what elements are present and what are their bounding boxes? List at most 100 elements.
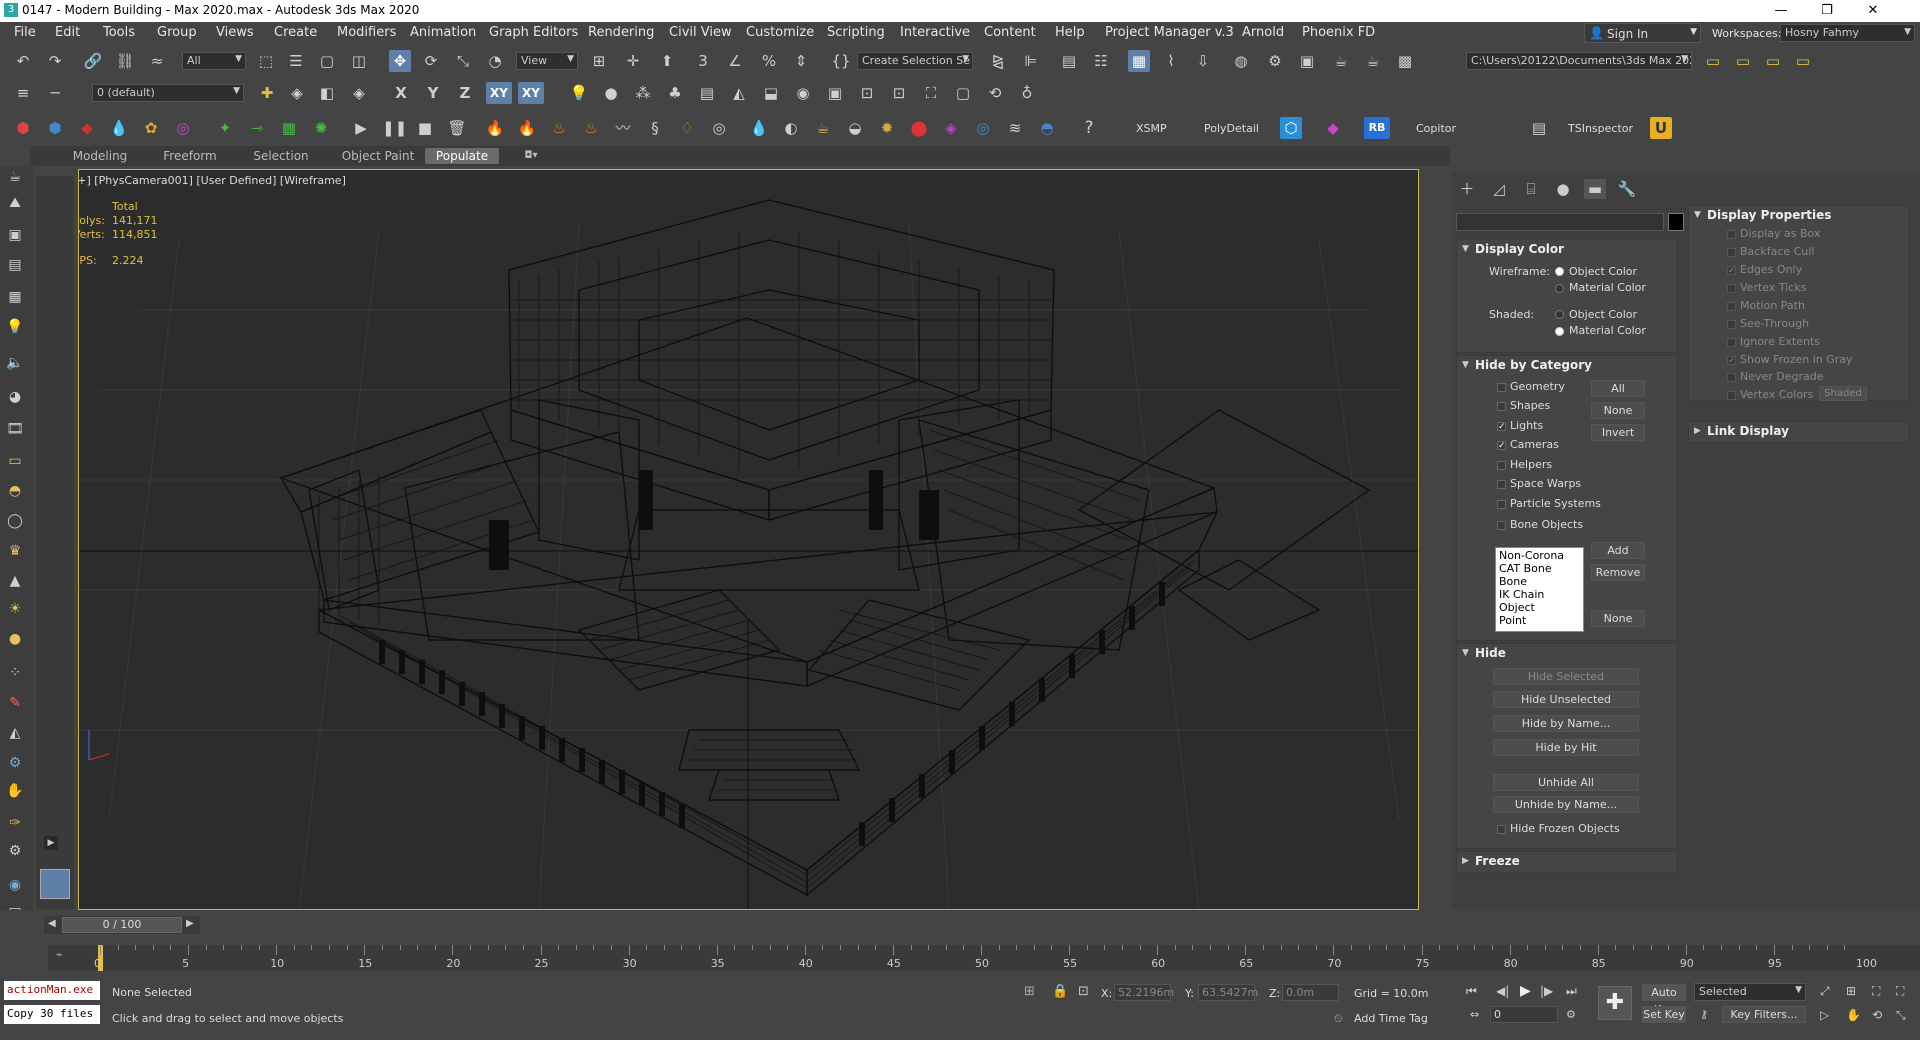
play-animation-icon[interactable]: ▶ <box>1520 983 1531 999</box>
menu-project-manager[interactable]: Project Manager v.3 <box>1105 25 1234 40</box>
field-of-view-icon[interactable]: ▷ <box>1820 1008 1829 1022</box>
particle-icon[interactable]: ⁘ <box>4 662 26 684</box>
link-display-title[interactable]: Link Display <box>1707 424 1789 438</box>
stop-icon[interactable]: ■ <box>414 117 436 139</box>
move-icon[interactable]: ✥ <box>389 50 411 72</box>
camera-tool-icon[interactable]: ◕ <box>4 386 26 408</box>
brush-icon[interactable]: ✑ <box>4 812 26 834</box>
lock-selection-icon[interactable]: 🔒 <box>1052 984 1068 999</box>
network-icon[interactable]: ⛶ <box>920 82 942 104</box>
plugin-u-icon[interactable]: U <box>1650 117 1672 139</box>
layer-explorer-icon[interactable]: ☷ <box>1090 50 1112 72</box>
zoom-icon[interactable]: ⤢ <box>1820 984 1830 999</box>
list-item[interactable]: Bone <box>1499 575 1580 588</box>
constraint-x-button[interactable]: X <box>390 82 412 104</box>
menu-interactive[interactable]: Interactive <box>900 25 970 40</box>
render-frame-icon[interactable]: ▣ <box>4 224 26 246</box>
tsinspector-icon[interactable]: ▤ <box>1528 117 1550 139</box>
particles-icon[interactable]: ✺ <box>310 117 332 139</box>
display-color-title[interactable]: Display Color <box>1475 242 1564 256</box>
sphere-tool-icon[interactable]: ● <box>4 628 26 650</box>
mesher-icon[interactable]: ◈ <box>940 117 962 139</box>
select-by-name-icon[interactable]: ☰ <box>285 50 307 72</box>
bind-space-warp-icon[interactable]: ≈ <box>146 50 168 72</box>
vertex-colors-checkbox[interactable] <box>1727 391 1736 400</box>
utilities-tab-icon[interactable]: 🔧 <box>1616 179 1638 199</box>
maximize-button[interactable]: ❐ <box>1804 0 1850 22</box>
table-icon[interactable]: ▤ <box>696 82 718 104</box>
keyboard-shortcut-icon[interactable]: ⬆ <box>656 50 678 72</box>
tree-icon[interactable]: ♣ <box>664 82 686 104</box>
menu-customize[interactable]: Customize <box>746 25 814 40</box>
all-button[interactable]: All <box>1591 380 1645 397</box>
expand-icon[interactable]: ▶ <box>1694 426 1701 436</box>
motion-path-checkbox[interactable] <box>1727 302 1736 311</box>
constraint-xy-cycle-button[interactable]: XY <box>518 82 544 104</box>
current-frame-field[interactable]: 0 <box>1490 1006 1558 1023</box>
corona-water-icon[interactable]: 💧 <box>108 117 130 139</box>
circle-icon[interactable]: ◯ <box>4 510 26 532</box>
object-name-field[interactable] <box>1456 213 1664 231</box>
tab-modeling[interactable]: Modeling <box>60 148 140 164</box>
hierarchy-tab-icon[interactable]: ⌸ <box>1520 179 1542 199</box>
selection-filter-dropdown[interactable]: All ▼ <box>182 52 246 70</box>
time-slider-thumb[interactable]: 0 / 100 <box>62 917 182 933</box>
space-warps-checkbox[interactable] <box>1497 480 1506 489</box>
foam-icon[interactable]: ☕ <box>812 117 834 139</box>
save-project-icon[interactable]: ▭ <box>1792 50 1814 72</box>
go-to-start-icon[interactable]: ⏮ <box>1466 984 1477 999</box>
render-production-icon[interactable]: ☕ <box>1330 50 1352 72</box>
none-button[interactable]: None <box>1591 402 1645 419</box>
select-manipulate-icon[interactable]: ✛ <box>622 50 644 72</box>
open-project-icon[interactable]: ▭ <box>1762 50 1784 72</box>
flame-icon[interactable]: ♢ <box>676 117 698 139</box>
menu-phoenix-fd[interactable]: Phoenix FD <box>1302 25 1375 40</box>
show-frozen-gray-checkbox[interactable]: ✓ <box>1727 356 1736 366</box>
zoom-all-icon[interactable]: ⊞ <box>1846 984 1856 998</box>
bone-objects-checkbox[interactable] <box>1497 521 1506 530</box>
wireframe-material-color-radio[interactable] <box>1555 284 1564 293</box>
maxscript-listener-line1[interactable]: actionMan.exe <box>4 981 100 1000</box>
display-properties-title[interactable]: Display Properties <box>1707 208 1831 222</box>
timeline-track[interactable]: ⌁ 0 5 10 15 20 25 30 35 40 45 50 55 60 65 70 75 80 85 90 95… <box>48 945 1920 971</box>
menu-modifiers[interactable]: Modifiers <box>337 25 396 40</box>
curve-editor-icon[interactable]: ⌇ <box>1160 50 1182 72</box>
list-item[interactable]: IK Chain Object <box>1499 588 1580 614</box>
wireframe-object-color-radio[interactable] <box>1555 267 1564 276</box>
shaded-material-color-radio[interactable] <box>1555 327 1564 336</box>
menu-create[interactable]: Create <box>274 25 317 40</box>
trash-icon[interactable]: 🗑 <box>446 117 468 139</box>
next-frame-icon[interactable]: ▶ <box>186 918 194 929</box>
light-icon[interactable]: 💡 <box>568 82 590 104</box>
rect-selection-icon[interactable]: ▢ <box>316 50 338 72</box>
hide-by-hit-button[interactable]: Hide by Hit <box>1493 739 1639 756</box>
see-through-checkbox[interactable] <box>1727 320 1736 329</box>
hide-by-name-button[interactable]: Hide by Name... <box>1493 715 1639 732</box>
hide-frozen-checkbox[interactable] <box>1497 825 1506 834</box>
tyflow-icon[interactable]: ✦ <box>214 117 236 139</box>
layer-dropdown[interactable]: 0 (default) ▼ <box>92 84 244 102</box>
constraint-z-button[interactable]: Z <box>454 82 476 104</box>
menu-graph-editors[interactable]: Graph Editors <box>489 25 578 40</box>
shaded-object-color-radio[interactable] <box>1555 310 1564 319</box>
menu-file[interactable]: File <box>14 25 36 40</box>
window-crossing-icon[interactable]: ◫ <box>348 50 370 72</box>
next-frame-playback-icon[interactable]: |▶ <box>1540 984 1553 998</box>
collapse-icon[interactable]: ▼ <box>1462 360 1469 370</box>
bowl-icon[interactable]: ◒ <box>844 117 866 139</box>
create-layer-icon[interactable]: ✚ <box>256 82 278 104</box>
transform-icon[interactable]: ⇾ <box>246 117 268 139</box>
collapse-icon[interactable]: ▼ <box>1694 210 1701 220</box>
rotate-icon[interactable]: ⟳ <box>420 50 442 72</box>
sphere-icon[interactable]: ● <box>600 82 622 104</box>
select-object-icon[interactable]: ⬚ <box>255 50 277 72</box>
y-coordinate-field[interactable]: 63.5427m <box>1198 984 1258 1001</box>
constraint-y-button[interactable]: Y <box>422 82 444 104</box>
menu-content[interactable]: Content <box>984 25 1036 40</box>
selection-set-dropdown[interactable]: Create Selection Se ▼ <box>857 52 973 70</box>
edges-only-checkbox[interactable]: ✓ <box>1727 266 1736 276</box>
project-path-dropdown[interactable]: C:\Users\20122\Documents\3ds Max 2020 ▼ <box>1466 52 1692 70</box>
corona-icon[interactable]: ⬢ <box>12 117 34 139</box>
angle-snap-icon[interactable]: ∠ <box>724 50 746 72</box>
waves-icon[interactable]: ≋ <box>1004 117 1026 139</box>
